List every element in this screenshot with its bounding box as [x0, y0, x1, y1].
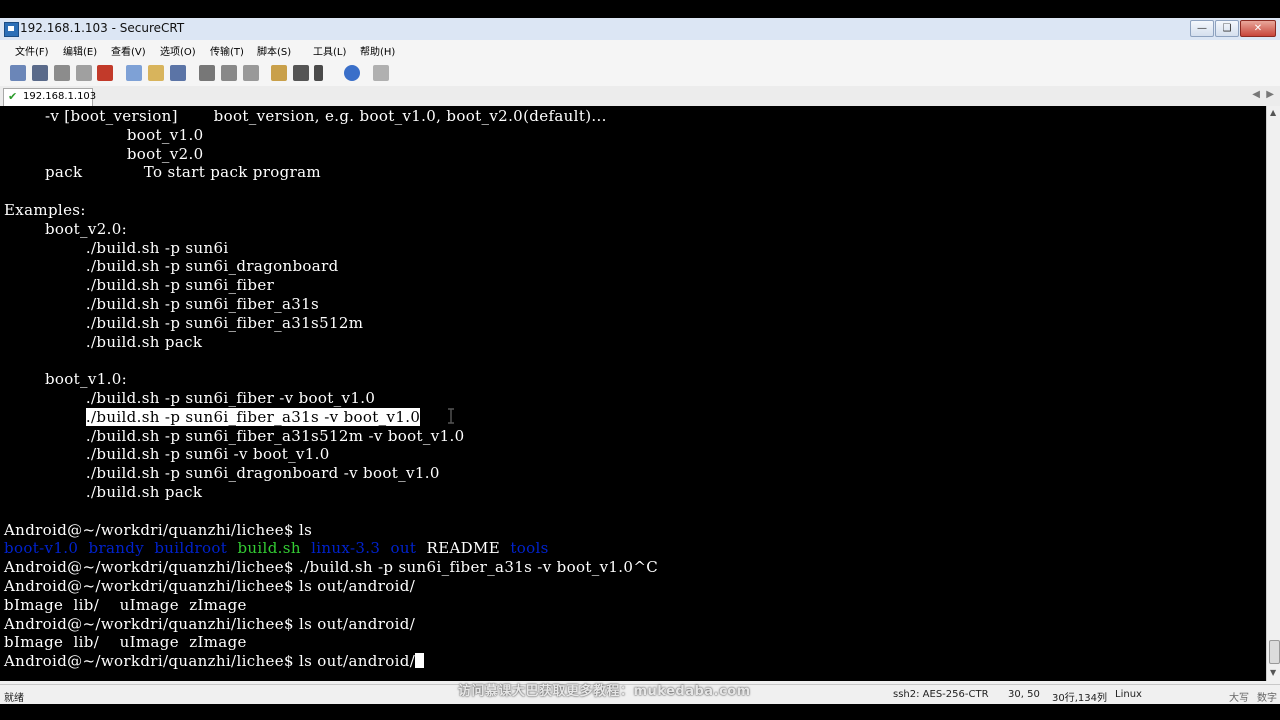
- terminal-output[interactable]: -v [boot_version] boot_version, e.g. boo…: [0, 106, 1266, 681]
- watermark: 访问慕课大巴获取更多教程：mukedaba.com: [458, 684, 751, 699]
- connect-icon[interactable]: [10, 65, 26, 81]
- scroll-thumb[interactable]: [1269, 640, 1280, 664]
- ls-entry: brandy: [88, 539, 145, 558]
- ls-entry: boot-v1.0: [4, 539, 79, 558]
- terminal-line: ./build.sh -p sun6i_fiber_a31s: [4, 295, 320, 313]
- terminal-line: ./build.sh -p sun6i_fiber -v boot_v1.0: [4, 389, 376, 407]
- vertical-scrollbar[interactable]: ▲ ▼: [1266, 106, 1280, 681]
- ls-entry: README: [426, 539, 501, 558]
- video-bottom-border: [0, 704, 1280, 720]
- copy-icon[interactable]: [126, 65, 142, 81]
- keymap-icon[interactable]: [314, 65, 323, 81]
- status-caps: 大写: [1229, 693, 1249, 704]
- terminal-line: Examples:: [4, 201, 86, 219]
- status-num: 数字: [1257, 693, 1277, 704]
- terminal-line: bImage lib/ uImage zImage: [4, 595, 247, 614]
- connected-check-icon: ✔: [8, 90, 18, 103]
- menu-view[interactable]: 查看(V): [111, 43, 146, 58]
- terminal-line: boot_v2.0:: [4, 219, 128, 238]
- global-options-icon[interactable]: [293, 65, 309, 81]
- print-icon[interactable]: [199, 65, 215, 81]
- terminal-line: Android@~/workdri/quanzhi/lichee$ ls out…: [4, 614, 416, 633]
- status-cipher: ssh2: AES-256-CTR: [893, 689, 989, 700]
- toolbar: [0, 60, 1280, 87]
- print-selection-icon[interactable]: [221, 65, 237, 81]
- print-setup-icon[interactable]: [243, 65, 259, 81]
- terminal-line: Android@~/workdri/quanzhi/lichee$ ./buil…: [4, 558, 659, 577]
- terminal-line: ./build.sh -p sun6i_fiber: [4, 276, 275, 295]
- terminal-line: ./build.sh -p sun6i -v boot_v1.0: [4, 445, 330, 464]
- securecrt-window: 192.168.1.103 - SecureCRT — ❑ ✕ 文件(F) 编辑…: [0, 0, 1280, 720]
- menu-options[interactable]: 选项(O): [160, 43, 196, 58]
- disconnect-icon[interactable]: [97, 65, 113, 81]
- reconnect-icon[interactable]: [76, 65, 92, 81]
- session-options-icon[interactable]: [271, 65, 287, 81]
- window-title: 192.168.1.103 - SecureCRT: [20, 21, 185, 35]
- ls-entry: buildroot: [154, 539, 228, 558]
- status-ready: 就绪: [4, 693, 24, 704]
- terminal-line: ./build.sh pack: [4, 483, 203, 501]
- text-cursor-icon: [448, 408, 454, 424]
- session-tab-bar: ✔ 192.168.1.103 ◀ ▶: [0, 86, 1280, 107]
- log-icon[interactable]: [373, 65, 389, 81]
- menu-file[interactable]: 文件(F): [15, 43, 49, 58]
- terminal-line: Android@~/workdri/quanzhi/lichee$ ls out…: [4, 652, 425, 671]
- minimize-button[interactable]: —: [1190, 20, 1214, 37]
- title-bar[interactable]: 192.168.1.103 - SecureCRT — ❑ ✕: [0, 18, 1280, 41]
- terminal-line: ./build.sh pack: [4, 332, 203, 351]
- ls-entry: linux-3.3: [311, 539, 381, 558]
- scroll-up-icon[interactable]: ▲: [1270, 108, 1276, 117]
- close-button[interactable]: ✕: [1240, 20, 1276, 37]
- terminal-cursor: [415, 653, 425, 669]
- terminal-line: Android@~/workdri/quanzhi/lichee$ ls out…: [4, 577, 416, 595]
- session-tab-label: 192.168.1.103: [23, 91, 97, 102]
- menu-help[interactable]: 帮助(H): [360, 43, 395, 58]
- terminal-line: Android@~/workdri/quanzhi/lichee$ ls: [4, 520, 313, 539]
- terminal-line: ./build.sh -p sun6i_dragonboard -v boot_…: [4, 464, 440, 483]
- menu-transfer[interactable]: 传输(T): [210, 43, 244, 58]
- terminal-line: ./build.sh -p sun6i: [4, 238, 229, 257]
- paste-icon[interactable]: [148, 65, 164, 81]
- ls-entry: out: [390, 539, 417, 558]
- terminal-line: bImage lib/ uImage zImage: [4, 633, 247, 652]
- video-top-border: [0, 0, 1280, 18]
- terminal-line: ./build.sh -p sun6i_fiber_a31s -v boot_v…: [4, 407, 421, 427]
- status-os: Linux: [1115, 689, 1142, 700]
- quick-connect-icon[interactable]: [32, 65, 48, 81]
- terminal-line: boot_v1.0:: [4, 370, 128, 389]
- maximize-button[interactable]: ❑: [1215, 20, 1239, 37]
- terminal-line: pack To start pack program: [4, 163, 321, 182]
- terminal-line: ./build.sh -p sun6i_fiber_a31s512m: [4, 313, 364, 332]
- terminal-line: ./build.sh -p sun6i_fiber_a31s512m -v bo…: [4, 426, 465, 445]
- ls-entry: tools: [510, 539, 549, 558]
- terminal-line: boot-v1.0 brandy buildroot build.sh linu…: [4, 539, 549, 558]
- session-tab[interactable]: ✔ 192.168.1.103: [3, 88, 97, 106]
- terminal-line: boot_v2.0: [4, 144, 204, 163]
- securecrt-app-icon: [4, 22, 19, 37]
- menu-bar: 文件(F) 编辑(E) 查看(V) 选项(O) 传输(T) 脚本(S) 工具(L…: [0, 40, 1280, 60]
- selected-text[interactable]: ./build.sh -p sun6i_fiber_a31s -v boot_v…: [85, 407, 421, 426]
- terminal-line: boot_v1.0: [4, 125, 204, 144]
- connect-tab-icon[interactable]: [54, 65, 70, 81]
- find-icon[interactable]: [170, 65, 186, 81]
- menu-script[interactable]: 脚本(S): [257, 43, 291, 58]
- tab-scroll-arrows-icon[interactable]: ◀ ▶: [1252, 89, 1274, 100]
- status-terminal-size: 30行,134列: [1052, 693, 1107, 704]
- status-cursor-position: 30, 50: [1008, 689, 1040, 700]
- menu-tools[interactable]: 工具(L): [313, 43, 346, 58]
- terminal-line: ./build.sh -p sun6i_dragonboard: [4, 257, 339, 276]
- ls-entry: build.sh: [237, 539, 301, 558]
- menu-edit[interactable]: 编辑(E): [63, 43, 97, 58]
- help-icon[interactable]: [344, 65, 360, 81]
- terminal-line: -v [boot_version] boot_version, e.g. boo…: [4, 107, 607, 125]
- scroll-down-icon[interactable]: ▼: [1270, 668, 1276, 677]
- window-controls: — ❑ ✕: [1189, 20, 1276, 37]
